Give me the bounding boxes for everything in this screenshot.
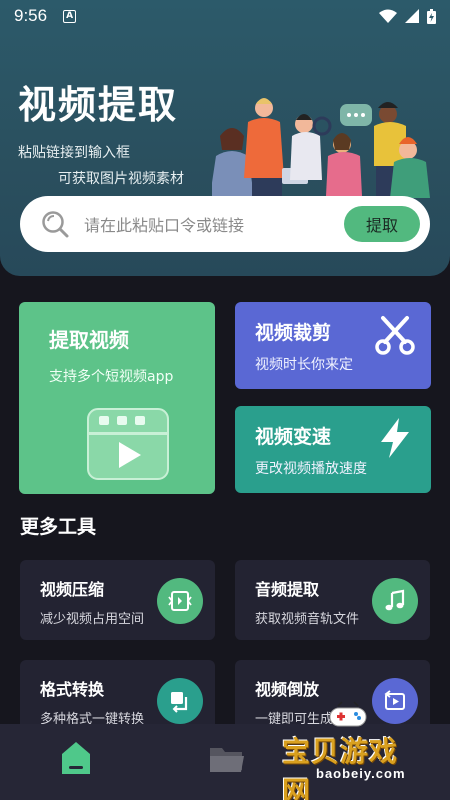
tool-title: 视频倒放 [255,680,320,699]
video-cut-title: 视频裁剪 [255,322,332,344]
video-speed-card[interactable]: 视频变速 更改视频播放速度 [235,406,431,493]
more-tools-heading: 更多工具 [20,516,97,538]
watermark: 宝贝游戏网 baobeiy.com [274,700,424,800]
tool-title: 视频压缩 [40,580,105,599]
video-speed-title: 视频变速 [255,426,332,448]
tool-audio-extract[interactable]: 音频提取 获取视频音轨文件 [235,560,430,640]
video-cut-card[interactable]: 视频裁剪 视频时长你来定 [235,302,431,389]
status-time: 9:56 [14,6,48,25]
link-search-bar: 请在此粘贴口令或链接 提取 [20,196,430,252]
gamepad-icon [329,701,367,727]
extract-video-subtitle: 支持多个短视频app [49,369,174,385]
battery-icon [427,8,436,24]
extract-button[interactable]: 提取 [344,206,420,242]
wifi-icon [379,9,397,23]
watermark-text: 宝贝游戏网 [282,735,399,800]
folder-icon[interactable] [208,742,246,774]
home-icon[interactable] [58,738,94,778]
video-player-icon [87,408,169,480]
tool-title: 音频提取 [255,580,320,599]
tool-subtitle: 减少视频占用空间 [40,612,145,627]
search-icon [42,211,69,238]
watermark-url: baobeiy.com [316,766,406,781]
notification-icon: A [63,9,77,23]
page-title: 视频提取 [18,83,179,127]
people-illustration [212,98,430,198]
music-note-icon [372,578,418,624]
tool-subtitle: 获取视频音轨文件 [255,612,360,627]
tool-title: 格式转换 [40,680,105,699]
scissors-icon [375,316,415,355]
extract-video-card[interactable]: 提取视频 支持多个短视频app [19,302,215,494]
extract-video-title: 提取视频 [49,328,129,352]
compress-icon [157,578,203,624]
hero-subtitle-line1: 粘贴链接到输入框 [18,145,130,161]
status-bar: 9:56 A [0,0,450,32]
signal-icon [405,9,419,23]
lightning-icon [381,418,409,458]
video-speed-subtitle: 更改视频播放速度 [255,461,367,477]
tool-video-compress[interactable]: 视频压缩 减少视频占用空间 [20,560,215,640]
link-input[interactable]: 请在此粘贴口令或链接 [84,212,344,236]
video-cut-subtitle: 视频时长你来定 [255,357,353,373]
convert-icon [157,678,203,724]
hero-subtitle-line2: 可获取图片视频素材 [58,171,184,187]
